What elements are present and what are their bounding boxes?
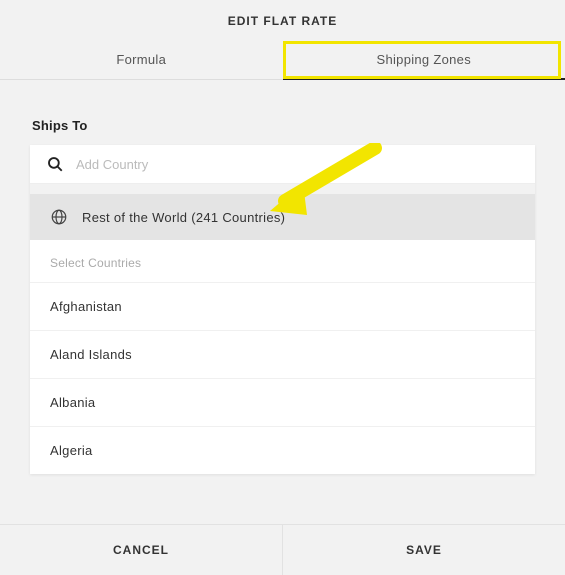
tabs-bar: Formula Shipping Zones (0, 40, 565, 80)
rest-of-world-option[interactable]: Rest of the World (241 Countries) (30, 194, 535, 240)
footer-bar: CANCEL SAVE (0, 524, 565, 575)
rest-of-world-label: Rest of the World (241 Countries) (82, 210, 285, 225)
country-option[interactable]: Afghanistan (30, 282, 535, 330)
active-tab-indicator (283, 78, 565, 80)
page-title: EDIT FLAT RATE (0, 0, 565, 40)
search-icon (46, 155, 64, 173)
country-option[interactable]: Algeria (30, 426, 535, 474)
country-list-panel: Rest of the World (241 Countries) Select… (30, 145, 535, 474)
save-button[interactable]: SAVE (283, 525, 565, 575)
add-country-input[interactable] (76, 157, 519, 172)
panel-divider (30, 184, 535, 194)
globe-icon (50, 208, 68, 226)
tab-formula[interactable]: Formula (0, 40, 283, 79)
search-row[interactable] (30, 145, 535, 184)
select-countries-heading: Select Countries (30, 240, 535, 282)
cancel-button[interactable]: CANCEL (0, 525, 283, 575)
country-option[interactable]: Aland Islands (30, 330, 535, 378)
tab-shipping-zones[interactable]: Shipping Zones (283, 40, 565, 79)
ships-to-heading: Ships To (32, 118, 535, 133)
country-option[interactable]: Albania (30, 378, 535, 426)
